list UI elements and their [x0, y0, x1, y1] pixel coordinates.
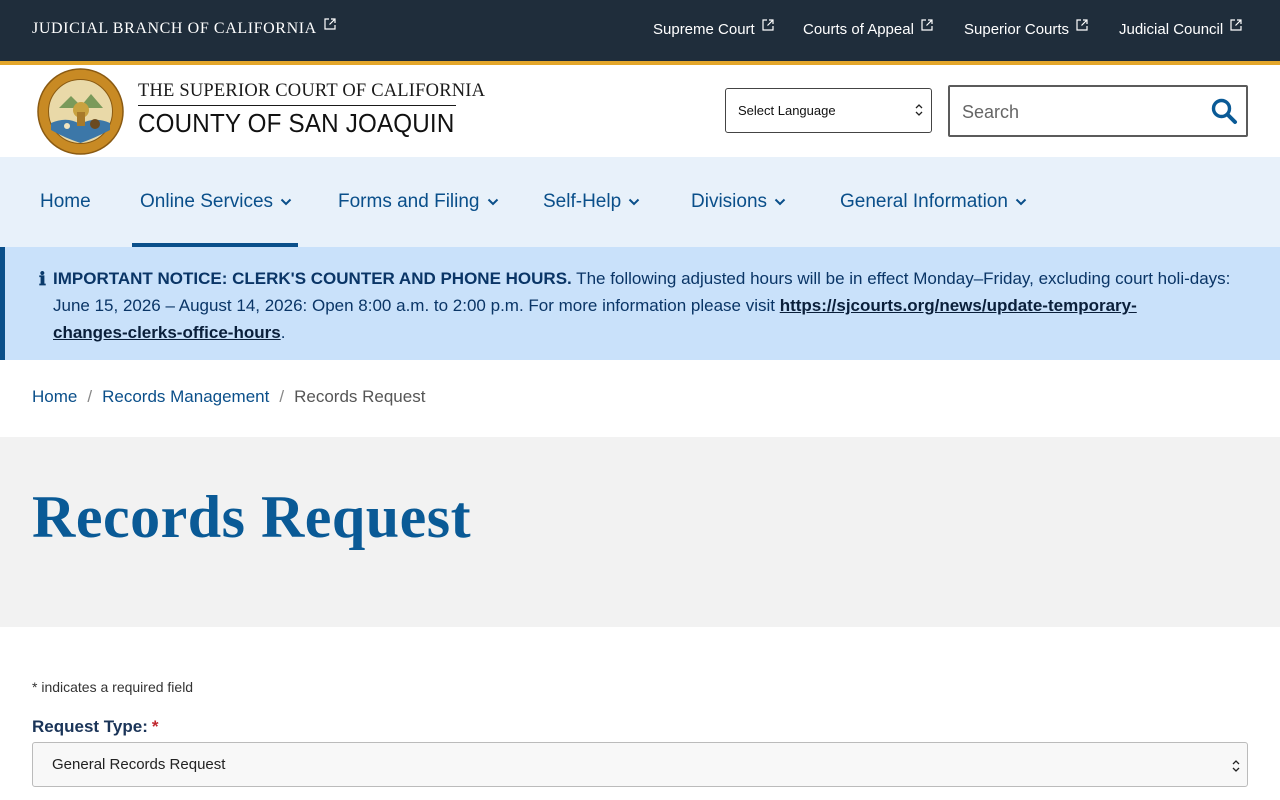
request-type-label: Request Type: *	[32, 717, 159, 737]
chevron-down-icon	[628, 198, 640, 206]
judicial-council-link[interactable]: Judicial Council	[1119, 19, 1242, 38]
court-name-line1: THE SUPERIOR COURT OF CALIFORNIA	[138, 81, 486, 101]
main-navigation: Home Online Services Forms and Filing Se…	[0, 157, 1280, 247]
info-icon: ℹ	[39, 269, 46, 290]
request-type-select[interactable]: General Records Request	[32, 742, 1248, 787]
court-seal-logo[interactable]	[37, 68, 124, 155]
nav-item-general-information[interactable]: General Information	[840, 157, 1027, 247]
supreme-court-label: Supreme Court	[653, 21, 755, 38]
breadcrumb: Home / Records Management / Records Requ…	[32, 387, 425, 407]
nav-item-home[interactable]: Home	[40, 157, 91, 247]
breadcrumb-current: Records Request	[294, 387, 426, 406]
notice-text: IMPORTANT NOTICE: CLERK'S COUNTER AND PH…	[53, 265, 1233, 346]
request-type-select-value: General Records Request	[52, 756, 226, 773]
request-type-label-text: Request Type:	[32, 717, 148, 736]
nav-item-self-help[interactable]: Self-Help	[543, 157, 640, 247]
page-title: Records Request	[32, 484, 472, 550]
breadcrumb-home[interactable]: Home	[32, 387, 77, 407]
judicial-branch-link[interactable]: JUDICIAL BRANCH OF CALIFORNIA	[32, 18, 336, 38]
external-link-icon	[1230, 19, 1242, 31]
language-select-value: Select Language	[738, 103, 836, 118]
supreme-court-link[interactable]: Supreme Court	[653, 19, 774, 38]
court-name-divider	[138, 105, 456, 106]
breadcrumb-separator: /	[87, 387, 93, 406]
chevron-down-icon	[1015, 198, 1027, 206]
nav-item-online-services[interactable]: Online Services	[140, 157, 292, 247]
nav-item-label: Forms and Filing	[338, 191, 480, 212]
notice-link-line2: changes-clerks-office-hours	[53, 323, 281, 342]
external-link-icon	[921, 19, 933, 31]
notice-heading: IMPORTANT NOTICE: CLERK'S COUNTER AND PH…	[53, 269, 572, 288]
superior-courts-link[interactable]: Superior Courts	[964, 19, 1088, 38]
search-box	[948, 85, 1248, 137]
nav-item-label: Divisions	[691, 191, 768, 212]
required-star: *	[151, 717, 159, 736]
notice-link-line1: https://sjcourts.org/news/update-tempora…	[779, 296, 1137, 315]
important-notice-banner: ℹ IMPORTANT NOTICE: CLERK'S COUNTER AND …	[0, 247, 1280, 360]
external-link-icon	[324, 18, 336, 30]
select-arrows-icon	[914, 104, 924, 116]
nav-item-label: Home	[40, 191, 91, 212]
nav-item-forms-and-filing[interactable]: Forms and Filing	[338, 157, 499, 247]
required-field-note: * indicates a required field	[32, 679, 194, 695]
breadcrumb-records-management[interactable]: Records Management	[102, 387, 269, 407]
superior-courts-label: Superior Courts	[964, 21, 1070, 38]
utility-bar: JUDICIAL BRANCH OF CALIFORNIA Supreme Co…	[0, 0, 1280, 61]
nav-item-label: Online Services	[140, 191, 274, 212]
search-button[interactable]	[1210, 97, 1238, 125]
breadcrumb-separator: /	[279, 387, 285, 406]
select-arrows-icon	[1231, 759, 1241, 772]
judicial-council-label: Judicial Council	[1119, 21, 1224, 38]
courts-of-appeal-label: Courts of Appeal	[803, 21, 914, 38]
chevron-down-icon	[487, 198, 498, 206]
chevron-down-icon	[280, 198, 292, 206]
search-input[interactable]	[962, 101, 1192, 123]
court-name-line2: COUNTY OF SAN JOAQUIN	[138, 108, 455, 138]
judicial-branch-label: JUDICIAL BRANCH OF CALIFORNIA	[32, 20, 317, 37]
language-select[interactable]: Select Language	[725, 88, 932, 133]
external-link-icon	[1076, 19, 1088, 31]
courts-of-appeal-link[interactable]: Courts of Appeal	[803, 19, 933, 38]
external-link-icon	[762, 19, 774, 31]
chevron-down-icon	[774, 198, 786, 206]
nav-item-label: Self-Help	[543, 191, 622, 212]
nav-item-label: General Information	[840, 191, 1008, 212]
nav-item-divisions[interactable]: Divisions	[691, 157, 786, 247]
search-icon	[1211, 98, 1237, 124]
notice-tail: .	[280, 323, 286, 342]
gold-divider	[0, 61, 1280, 65]
